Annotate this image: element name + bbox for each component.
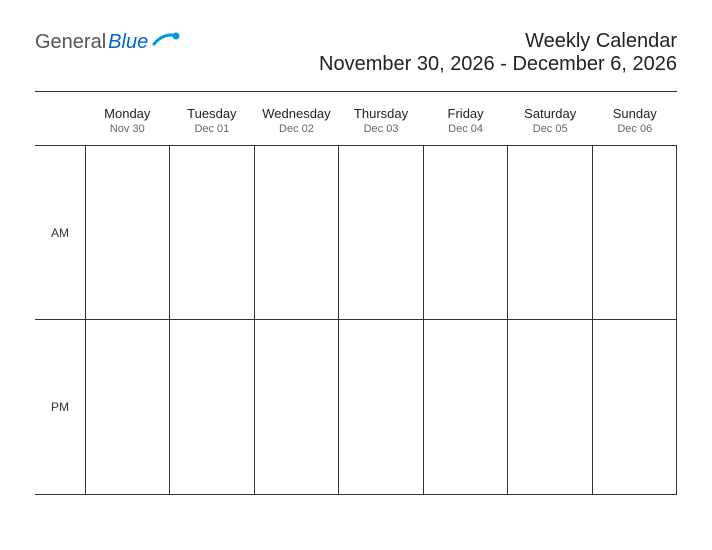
logo: General Blue bbox=[35, 30, 182, 54]
day-header-friday: Friday Dec 04 bbox=[423, 100, 508, 145]
day-header-thursday: Thursday Dec 03 bbox=[339, 100, 424, 145]
cell-pm-wednesday bbox=[255, 320, 339, 495]
cell-pm-monday bbox=[85, 320, 170, 495]
cell-am-wednesday bbox=[255, 145, 339, 320]
cell-am-sunday bbox=[593, 145, 677, 320]
day-date: Nov 30 bbox=[85, 123, 170, 135]
cell-am-friday bbox=[424, 145, 508, 320]
logo-text-blue: Blue bbox=[108, 31, 148, 54]
day-header-tuesday: Tuesday Dec 01 bbox=[170, 100, 255, 145]
day-date: Dec 01 bbox=[170, 123, 255, 135]
calendar-grid: AM PM bbox=[35, 145, 677, 495]
logo-text-general: General bbox=[35, 31, 106, 54]
cell-am-thursday bbox=[339, 145, 423, 320]
day-date: Dec 06 bbox=[592, 123, 677, 135]
day-name: Monday bbox=[85, 106, 170, 121]
day-headers-row: Monday Nov 30 Tuesday Dec 01 Wednesday D… bbox=[35, 100, 677, 145]
day-header-saturday: Saturday Dec 05 bbox=[508, 100, 593, 145]
day-name: Wednesday bbox=[254, 106, 339, 121]
day-name: Tuesday bbox=[170, 106, 255, 121]
time-label-pm: PM bbox=[35, 320, 85, 495]
header-divider bbox=[35, 91, 677, 92]
day-name: Saturday bbox=[508, 106, 593, 121]
day-date: Dec 03 bbox=[339, 123, 424, 135]
cell-pm-thursday bbox=[339, 320, 423, 495]
day-date: Dec 02 bbox=[254, 123, 339, 135]
cell-pm-sunday bbox=[593, 320, 677, 495]
day-date: Dec 05 bbox=[508, 123, 593, 135]
day-name: Friday bbox=[423, 106, 508, 121]
title-block: Weekly Calendar November 30, 2026 - Dece… bbox=[319, 30, 677, 76]
page-title: Weekly Calendar bbox=[319, 30, 677, 53]
cell-pm-friday bbox=[424, 320, 508, 495]
day-date: Dec 04 bbox=[423, 123, 508, 135]
cell-am-saturday bbox=[508, 145, 592, 320]
day-header-sunday: Sunday Dec 06 bbox=[592, 100, 677, 145]
day-name: Thursday bbox=[339, 106, 424, 121]
date-range: November 30, 2026 - December 6, 2026 bbox=[319, 53, 677, 76]
time-column-header bbox=[35, 100, 85, 145]
am-row: AM bbox=[35, 145, 677, 320]
time-label-am: AM bbox=[35, 145, 85, 320]
cell-pm-saturday bbox=[508, 320, 592, 495]
cell-am-tuesday bbox=[170, 145, 254, 320]
cell-pm-tuesday bbox=[170, 320, 254, 495]
day-name: Sunday bbox=[592, 106, 677, 121]
header: General Blue Weekly Calendar November 30… bbox=[35, 30, 677, 76]
day-header-wednesday: Wednesday Dec 02 bbox=[254, 100, 339, 145]
cell-am-monday bbox=[85, 145, 170, 320]
day-header-monday: Monday Nov 30 bbox=[85, 100, 170, 145]
logo-swoosh-icon bbox=[152, 30, 182, 54]
pm-row: PM bbox=[35, 320, 677, 495]
